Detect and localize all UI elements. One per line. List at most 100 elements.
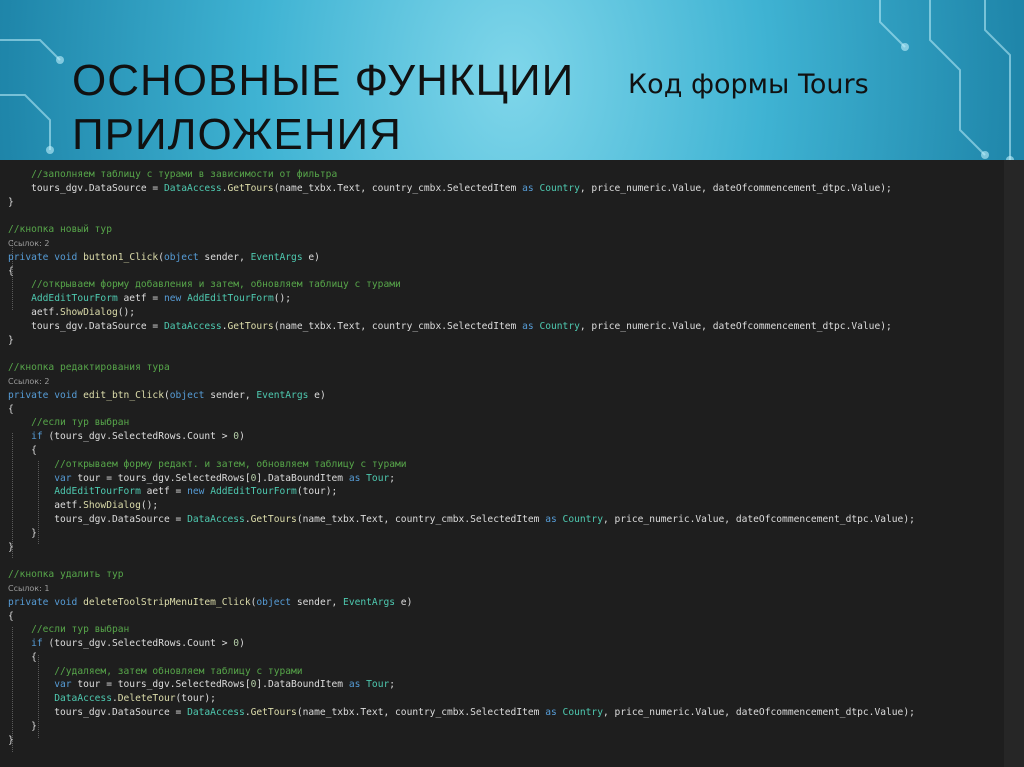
code-token: button1_Click — [83, 251, 159, 263]
code-token: //заполняем таблицу с турами в зависимос… — [31, 169, 338, 180]
code-token: edit_btn_Click — [83, 389, 164, 401]
code-token: as — [348, 679, 361, 691]
code-line: //кнопка редактирования тура — [8, 361, 1004, 375]
code-token: aetf. — [8, 306, 60, 318]
code-token: ; — [389, 679, 396, 691]
code-token: sender, — [291, 596, 344, 608]
editor-scrollbar-area[interactable] — [1004, 160, 1024, 767]
code-token: EventArgs — [250, 251, 303, 263]
code-token: tours_dgv.DataSource = — [8, 707, 188, 719]
code-token: AddEditTourForm — [54, 486, 141, 498]
code-token: //кнопка редактирования тура — [8, 362, 170, 374]
code-token: (); — [117, 306, 136, 318]
code-token: DataAccess — [187, 513, 245, 525]
code-token: tours_dgv.DataSource = — [8, 513, 188, 525]
code-token: //удаляем, затем обновляем таблицу с тур… — [54, 665, 303, 677]
code-token: var — [54, 679, 72, 691]
code-line: DataAccess.DeleteTour(tour); — [8, 692, 1004, 706]
code-token: object — [163, 251, 199, 263]
code-line: tours_dgv.DataSource = DataAccess.GetTou… — [8, 706, 1004, 720]
code-token: , price_numeric.Value, dateOfcommencemen… — [579, 182, 892, 194]
code-token: tour = tours_dgv.SelectedRows[ — [71, 679, 251, 691]
code-line: { — [8, 444, 1004, 458]
code-token: e) — [308, 389, 326, 401]
code-token: , price_numeric.Value, dateOfcommencemen… — [602, 707, 915, 719]
code-token: GetTours — [227, 320, 274, 332]
code-line: var tour = tours_dgv.SelectedRows[0].Dat… — [8, 472, 1004, 486]
code-token: e) — [395, 596, 413, 608]
slide-subtitle: Код формы Tours — [628, 69, 869, 100]
code-token: new — [163, 293, 182, 305]
code-line: private void button1_Click(object sender… — [8, 251, 1004, 265]
code-line: //кнопка удалить тур — [8, 568, 1004, 582]
code-line: } — [8, 720, 1004, 734]
code-token: } — [8, 527, 37, 539]
code-token: (tour); — [296, 486, 338, 498]
code-line: { — [8, 610, 1004, 624]
code-token: { — [8, 651, 37, 663]
code-token: ; — [389, 472, 396, 484]
code-token: Tour — [366, 472, 390, 484]
code-token: sender, — [204, 389, 257, 401]
code-token: (tour); — [175, 693, 216, 705]
code-token: object — [256, 596, 292, 608]
code-line: private void deleteToolStripMenuItem_Cli… — [8, 596, 1004, 610]
code-token: } — [8, 334, 14, 346]
code-token: private — [8, 251, 49, 263]
code-token: Country — [562, 513, 603, 525]
code-token: if — [31, 638, 43, 650]
code-token: EventArgs — [343, 596, 396, 608]
code-line: private void edit_btn_Click(object sende… — [8, 389, 1004, 403]
code-line: //открываем форму редакт. и затем, обнов… — [8, 458, 1004, 472]
code-token: var — [54, 472, 72, 484]
code-token: ) — [239, 638, 245, 650]
code-token: AddEditTourForm — [187, 293, 274, 305]
code-token: AddEditTourForm — [31, 293, 118, 305]
code-token: tours_dgv.DataSource = — [8, 320, 164, 332]
code-token: void — [54, 251, 78, 263]
code-token: tours_dgv.DataSource = — [8, 182, 164, 194]
code-token: tour = tours_dgv.SelectedRows[ — [71, 472, 251, 484]
code-token: //открываем форму добавления и затем, об… — [31, 279, 401, 291]
code-token: { — [8, 403, 14, 415]
code-token: deleteToolStripMenuItem_Click — [83, 596, 251, 608]
code-references-lens: Ссылок: 1 — [8, 583, 50, 593]
code-line: //удаляем, затем обновляем таблицу с тур… — [8, 665, 1004, 679]
code-token: //кнопка новый тур — [8, 224, 112, 236]
code-token: (name_txbx.Text, country_cmbx.SelectedIt… — [273, 320, 523, 332]
code-line: //кнопка новый тур — [8, 223, 1004, 237]
code-token: } — [8, 734, 14, 746]
code-token: //кнопка удалить тур — [8, 569, 124, 581]
code-token: sender, — [198, 251, 251, 263]
code-token: { — [8, 265, 14, 277]
code-token: (name_txbx.Text, country_cmbx.SelectedIt… — [296, 513, 546, 525]
code-token: new — [187, 486, 205, 498]
code-token: private — [8, 596, 49, 608]
code-token: } — [8, 541, 14, 553]
code-line: { — [8, 403, 1004, 417]
code-token: DeleteTour — [117, 693, 176, 705]
code-token: } — [8, 196, 14, 208]
code-token: DataAccess — [163, 320, 222, 332]
code-line: //если тур выбран — [8, 623, 1004, 637]
code-token: Country — [539, 320, 580, 332]
code-line: tours_dgv.DataSource = DataAccess.GetTou… — [8, 320, 1004, 334]
code-token: //если тур выбран — [31, 624, 130, 636]
code-token: ShowDialog — [59, 306, 118, 318]
code-line: //заполняем таблицу с турами в зависимос… — [8, 168, 1004, 182]
code-token: as — [545, 513, 557, 525]
code-token: (tours_dgv.SelectedRows.Count > — [42, 431, 234, 443]
code-token: ].DataBoundItem — [256, 679, 349, 691]
code-token: (); — [140, 500, 159, 512]
code-line: var tour = tours_dgv.SelectedRows[0].Dat… — [8, 678, 1004, 692]
code-token: ) — [239, 431, 245, 443]
code-line: if (tours_dgv.SelectedRows.Count > 0) — [8, 430, 1004, 444]
